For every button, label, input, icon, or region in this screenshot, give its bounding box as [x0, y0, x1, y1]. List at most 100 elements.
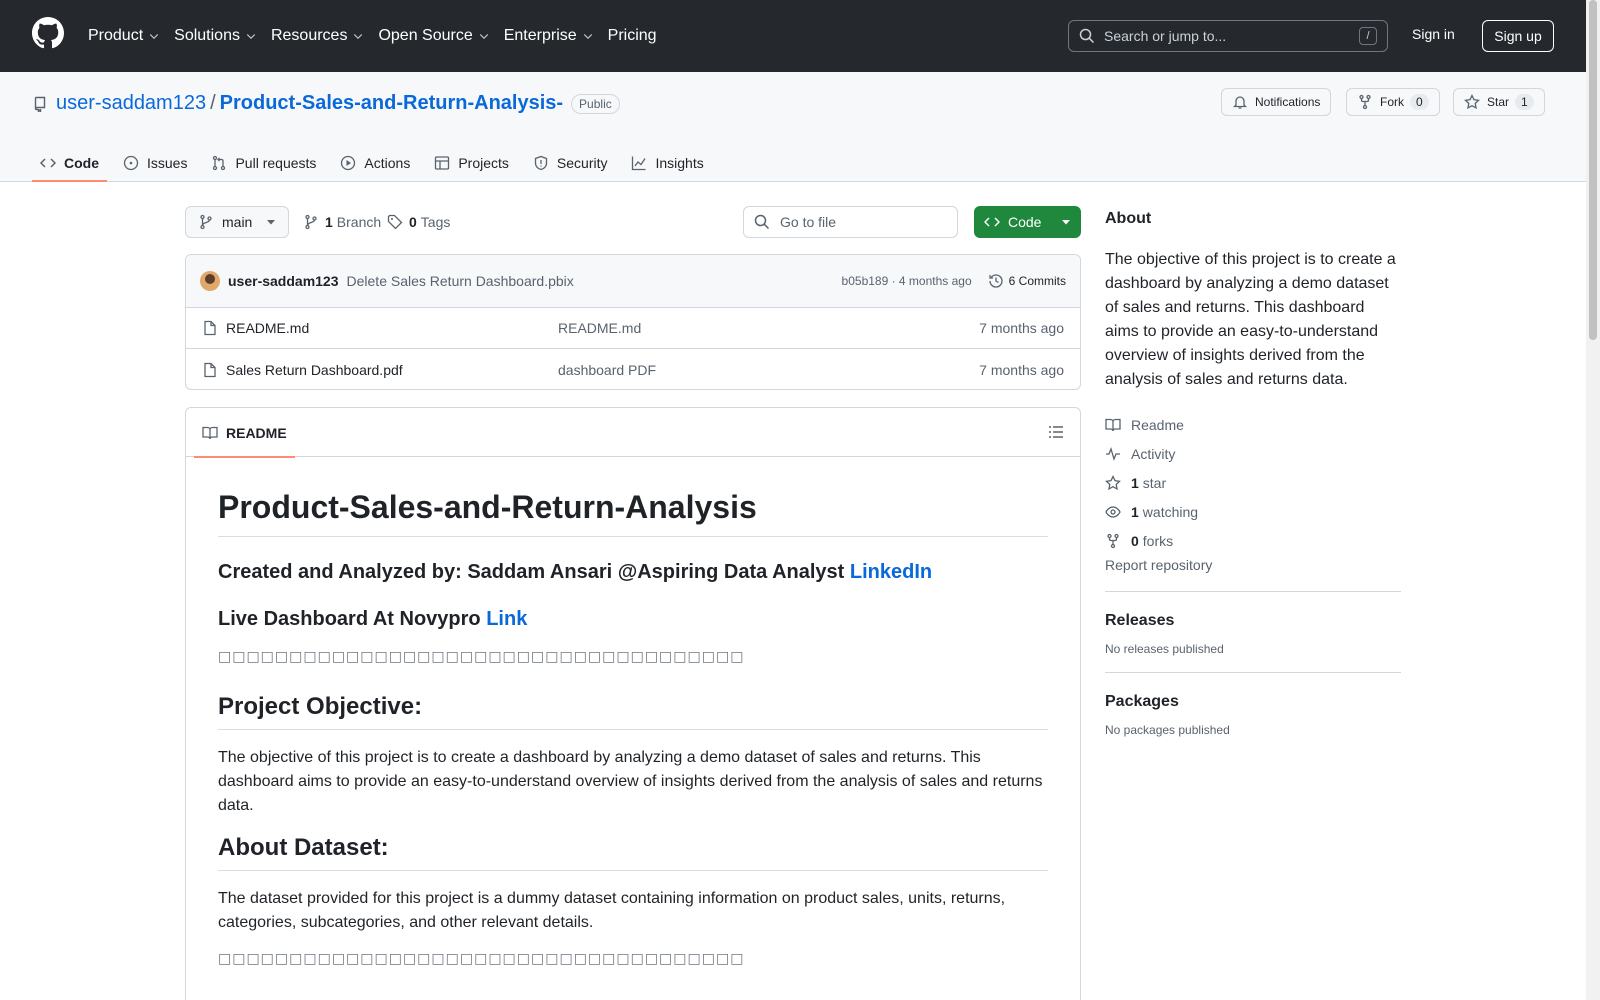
branches-link[interactable]: 1 Branch	[303, 214, 381, 230]
stars-label: star	[1142, 474, 1167, 491]
dashboard-link[interactable]: Link	[486, 608, 527, 630]
readme-link[interactable]: Readme	[1105, 410, 1401, 439]
repo-description: The objective of this project is to crea…	[1105, 251, 1396, 388]
activity-link-label: Activity	[1131, 445, 1176, 462]
search-icon	[754, 214, 770, 230]
notifications-label: Notifications	[1255, 95, 1321, 109]
commits-count-label: 6 Commits	[1008, 274, 1066, 288]
tab-actions[interactable]: Actions	[332, 144, 418, 182]
forks-link[interactable]: 0 forks	[1105, 526, 1401, 555]
tag-label: Tags	[420, 214, 451, 230]
sign-up-button[interactable]: Sign up	[1482, 20, 1554, 52]
readme-tab[interactable]: README	[194, 408, 295, 458]
readme-content: Product-Sales-and-Return-Analysis Create…	[186, 457, 1080, 1000]
repo-separator: /	[210, 92, 216, 114]
file-name-link[interactable]: Sales Return Dashboard.pdf	[226, 362, 558, 378]
branch-count: 1	[325, 214, 333, 230]
forks-label: forks	[1142, 532, 1174, 549]
tab-label: Security	[556, 155, 608, 171]
file-list: user-saddam123 Delete Sales Return Dashb…	[185, 254, 1081, 390]
tab-label: Insights	[655, 155, 704, 171]
star-icon	[1105, 474, 1121, 490]
tab-projects[interactable]: Projects	[426, 144, 517, 182]
global-header: Product Solutions Resources Open Source …	[0, 0, 1600, 72]
stars-link[interactable]: 1 star	[1105, 468, 1401, 497]
nav-pricing[interactable]: Pricing	[608, 27, 657, 45]
go-to-file-input[interactable]: Go to file	[743, 206, 958, 238]
linkedin-link[interactable]: LinkedIn	[850, 561, 932, 583]
nav-resources[interactable]: Resources	[271, 27, 364, 45]
issue-icon	[123, 155, 139, 171]
fork-button[interactable]: Fork 0	[1346, 88, 1440, 116]
file-icon	[204, 362, 216, 377]
watching-link[interactable]: 1 watching	[1105, 497, 1401, 526]
file-name-link[interactable]: README.md	[226, 320, 558, 336]
tab-issues[interactable]: Issues	[115, 144, 195, 182]
nav-label: Solutions	[174, 27, 240, 44]
chevron-down-icon	[246, 34, 256, 40]
branch-icon	[200, 214, 212, 230]
file-commit-message[interactable]: README.md	[558, 320, 979, 336]
packages-heading[interactable]: Packages	[1105, 693, 1401, 711]
readme-link-label: Readme	[1131, 416, 1184, 433]
commit-message-link[interactable]: Delete Sales Return Dashboard.pbix	[347, 273, 842, 289]
commit-sha-time[interactable]: b05b189 · 4 months ago	[842, 274, 972, 288]
readme-placeholder-glyphs: □□□□□□□□□□□□□□□□□□□□□□□□□□□□□□□□□□□□□	[218, 649, 745, 665]
search-placeholder: Search or jump to...	[1104, 28, 1227, 44]
packages-note: No packages published	[1105, 723, 1230, 737]
code-icon	[984, 217, 1000, 227]
tags-link[interactable]: 0 Tags	[387, 214, 450, 230]
activity-link[interactable]: Activity	[1105, 439, 1401, 468]
tag-count: 0	[409, 214, 417, 230]
graph-icon	[632, 156, 647, 171]
global-nav: Product Solutions Resources Open Source …	[88, 0, 671, 72]
table-row[interactable]: Sales Return Dashboard.pdf dashboard PDF…	[186, 349, 1080, 389]
nav-product[interactable]: Product	[88, 27, 160, 45]
nav-enterprise[interactable]: Enterprise	[504, 27, 594, 45]
tab-insights[interactable]: Insights	[623, 144, 711, 182]
nav-solutions[interactable]: Solutions	[174, 27, 257, 45]
nav-label: Enterprise	[503, 27, 577, 44]
commit-author-link[interactable]: user-saddam123	[228, 273, 339, 289]
file-commit-message[interactable]: dashboard PDF	[558, 362, 979, 378]
tab-label: Projects	[458, 155, 509, 171]
avatar[interactable]	[200, 271, 220, 291]
star-button[interactable]: Star 1	[1453, 88, 1545, 116]
repo-name-link[interactable]: Product-Sales-and-Return-Analysis-	[220, 92, 563, 115]
global-search-input[interactable]: Search or jump to... /	[1068, 20, 1388, 52]
pulse-icon	[1106, 446, 1120, 461]
repo-owner-link[interactable]: user-saddam123	[56, 92, 206, 115]
code-dropdown-button[interactable]: Code	[974, 206, 1081, 238]
table-row[interactable]: README.md README.md 7 months ago	[186, 308, 1080, 349]
dataset-heading: About Dataset:	[218, 834, 1048, 871]
tab-code[interactable]: Code	[32, 144, 107, 182]
objective-heading: Project Objective:	[218, 693, 1048, 730]
nav-label: Resources	[270, 27, 348, 44]
tab-label: Pull requests	[235, 155, 317, 171]
about-heading: About	[1105, 210, 1152, 227]
book-icon	[202, 426, 218, 439]
tab-security[interactable]: Security	[525, 144, 616, 182]
sign-in-link[interactable]: Sign in	[1412, 26, 1455, 42]
releases-heading[interactable]: Releases	[1105, 612, 1401, 630]
tab-label: Issues	[147, 155, 188, 171]
caret-down-icon	[1062, 220, 1070, 225]
list-icon[interactable]	[1048, 424, 1064, 440]
latest-commit-bar: user-saddam123 Delete Sales Return Dashb…	[186, 255, 1080, 308]
readme-panel: README Product-Sales-and-Return-Analysis…	[185, 407, 1081, 1000]
branch-select[interactable]: main	[185, 206, 289, 238]
notifications-button[interactable]: Notifications	[1221, 88, 1332, 116]
report-repository-link[interactable]: Report repository	[1105, 557, 1401, 573]
tab-pull-requests[interactable]: Pull requests	[203, 144, 324, 182]
branch-label: Branch	[336, 214, 382, 230]
play-icon	[341, 155, 356, 171]
branch-name: main	[222, 214, 253, 230]
scrollbar-thumb[interactable]	[1589, 0, 1597, 340]
star-count: 1	[1515, 94, 1534, 110]
commits-history-link[interactable]: 6 Commits	[988, 273, 1066, 289]
fork-icon	[1359, 94, 1371, 110]
tab-label: Actions	[364, 155, 411, 171]
branch-icon	[305, 214, 317, 230]
nav-open-source[interactable]: Open Source	[378, 27, 489, 45]
github-logo-icon[interactable]	[32, 17, 64, 49]
